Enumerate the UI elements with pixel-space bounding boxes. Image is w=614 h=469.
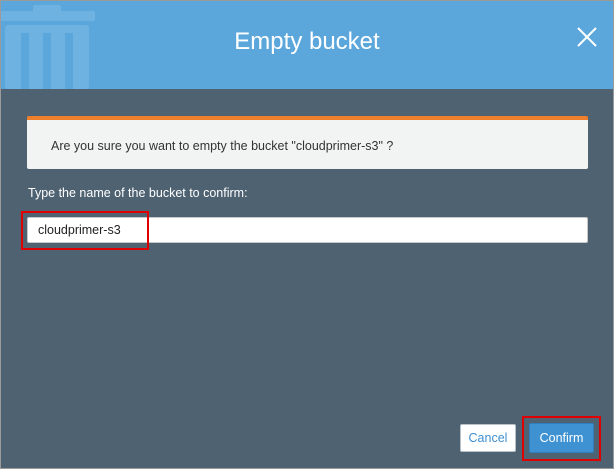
confirm-instruction-label: Type the name of the bucket to confirm: (28, 186, 248, 200)
dialog-header: Empty bucket (1, 1, 613, 89)
empty-bucket-dialog: Empty bucket Are you sure you want to em… (0, 0, 614, 469)
dialog-title: Empty bucket (234, 28, 380, 55)
warning-alert: Are you sure you want to empty the bucke… (27, 116, 588, 169)
close-icon[interactable] (573, 23, 601, 51)
confirm-button[interactable]: Confirm (529, 423, 594, 453)
bucket-name-input[interactable] (27, 217, 588, 243)
cancel-button[interactable]: Cancel (460, 424, 516, 452)
alert-message: Are you sure you want to empty the bucke… (51, 139, 394, 153)
